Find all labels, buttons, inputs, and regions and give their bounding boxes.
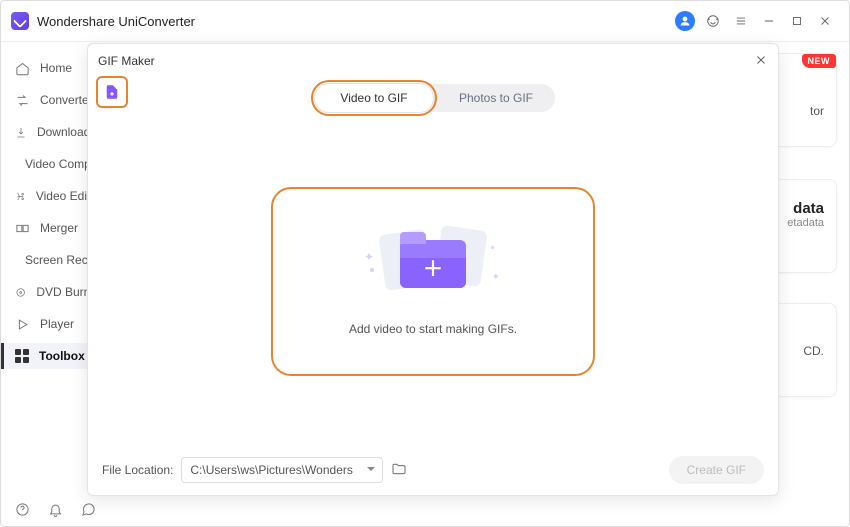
sidebar-item-dvd-burner[interactable]: DVD Burner [1, 279, 101, 305]
sidebar-item-player[interactable]: Player [1, 311, 101, 337]
window-minimize-button[interactable] [755, 7, 783, 35]
titlebar: Wondershare UniConverter [1, 1, 849, 42]
sidebar-item-video-editor[interactable]: Video Editor [1, 183, 101, 209]
account-avatar[interactable] [671, 7, 699, 35]
add-file-button[interactable] [96, 76, 128, 108]
menu-icon[interactable] [727, 7, 755, 35]
bottom-bar [1, 496, 849, 526]
sidebar-item-toolbox[interactable]: Toolbox [1, 343, 101, 369]
file-location-select[interactable]: C:\Users\ws\Pictures\Wonders [181, 457, 383, 483]
tab-photos-to-gif[interactable]: Photos to GIF [437, 84, 555, 112]
sidebar-item-video-compressor[interactable]: Video Compressor [1, 151, 101, 177]
dropzone[interactable]: ✦✦ ＋ Add video to start making GIFs. [88, 118, 778, 445]
support-icon[interactable] [699, 7, 727, 35]
app-logo-icon [11, 12, 29, 30]
feedback-icon[interactable] [81, 502, 96, 520]
modal-title: GIF Maker [98, 54, 155, 68]
sidebar-item-label: Converter [40, 93, 93, 107]
modal-close-button[interactable] [754, 53, 768, 70]
app-title: Wondershare UniConverter [37, 14, 195, 29]
sidebar-item-label: Home [40, 61, 72, 75]
create-gif-button[interactable]: Create GIF [669, 456, 764, 484]
dropzone-hint: Add video to start making GIFs. [349, 322, 517, 336]
gif-maker-modal: GIF Maker Video to GIF Photos to GIF [87, 43, 779, 496]
window-close-button[interactable] [811, 7, 839, 35]
sidebar-item-label: Player [40, 317, 74, 331]
sidebar-item-merger[interactable]: Merger [1, 215, 101, 241]
help-icon[interactable] [15, 502, 30, 520]
sidebar-item-home[interactable]: Home [1, 55, 101, 81]
mode-segmented-control: Video to GIF Photos to GIF [311, 84, 555, 112]
sidebar-item-downloader[interactable]: Downloader [1, 119, 101, 145]
file-location-label: File Location: [102, 463, 173, 477]
sidebar-item-screen-recorder[interactable]: Screen Recorder [1, 247, 101, 273]
sidebar-item-converter[interactable]: Converter [1, 87, 101, 113]
sidebar-item-label: Merger [40, 221, 78, 235]
toolbox-icon [15, 349, 29, 363]
sidebar: Home Converter Downloader Video Compress… [1, 41, 101, 496]
window-maximize-button[interactable] [783, 7, 811, 35]
open-folder-button[interactable] [391, 461, 407, 480]
sidebar-item-label: Toolbox [39, 349, 85, 363]
new-badge: NEW [802, 54, 837, 68]
tab-video-to-gif[interactable]: Video to GIF [314, 83, 434, 113]
add-folder-illustration: ✦✦ ＋ [378, 228, 488, 304]
notifications-icon[interactable] [48, 502, 63, 520]
